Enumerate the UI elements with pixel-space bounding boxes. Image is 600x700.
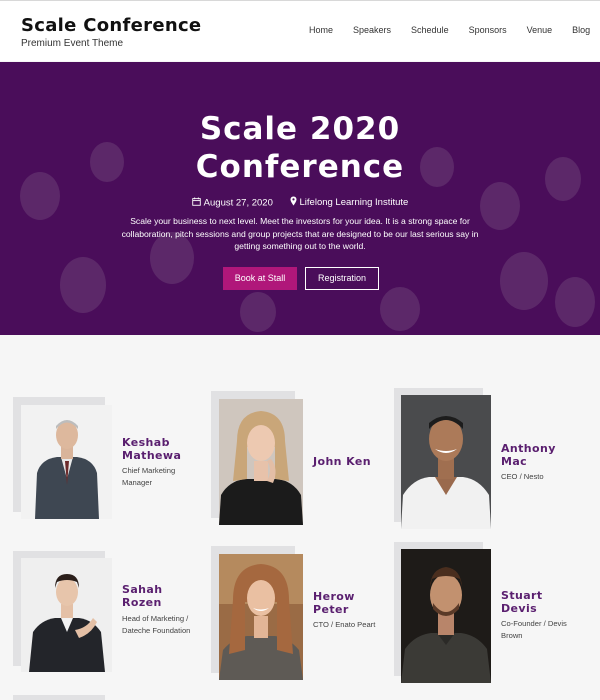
crowd-silhouette <box>60 257 106 313</box>
brand[interactable]: Scale Conference Premium Event Theme <box>21 15 201 49</box>
main-nav: Home Speakers Schedule Sponsors Venue Bl… <box>309 25 600 35</box>
event-date-text: August 27, 2020 <box>203 197 273 209</box>
speakers-section: Keshab Mathewa Chief Marketing Manager J… <box>0 335 600 700</box>
speaker-role: Head of Marketing / Dateche Foundation <box>122 614 191 635</box>
nav-sponsors[interactable]: Sponsors <box>469 25 507 35</box>
calendar-icon <box>191 196 201 209</box>
nav-venue[interactable]: Venue <box>527 25 553 35</box>
speaker-photo-anthony[interactable] <box>401 395 491 529</box>
speaker-photo-keshab[interactable] <box>21 405 112 519</box>
site-title[interactable]: Scale Conference <box>21 15 201 36</box>
book-stall-button[interactable]: Book at Stall <box>223 267 297 290</box>
crowd-silhouette <box>240 292 276 332</box>
hero-title: Scale 2020 Conference <box>0 110 600 186</box>
speaker-role: CEO / Nesto <box>501 472 544 481</box>
crowd-silhouette <box>555 277 595 327</box>
map-pin-icon <box>290 196 297 209</box>
nav-schedule[interactable]: Schedule <box>411 25 449 35</box>
speaker-photo-sahah[interactable] <box>21 558 112 672</box>
crowd-silhouette <box>380 287 420 331</box>
speaker-photo-stuart[interactable] <box>401 549 491 683</box>
nav-speakers[interactable]: Speakers <box>353 25 391 35</box>
event-date: August 27, 2020 <box>191 196 273 209</box>
crowd-silhouette <box>500 252 548 310</box>
hero-title-line-2: Conference <box>195 149 405 185</box>
site-tagline: Premium Event Theme <box>21 38 124 49</box>
speaker-role: Co-Founder / Devis Brown <box>501 619 567 640</box>
nav-home[interactable]: Home <box>309 25 333 35</box>
speaker-name[interactable]: Anthony Mac <box>501 442 571 468</box>
speaker-role: CTO / Enato Peart <box>313 620 376 629</box>
speaker-photo-herow[interactable] <box>219 554 303 680</box>
event-location: Lifelong Learning Institute <box>290 196 409 209</box>
photo-frame <box>13 695 105 700</box>
registration-button[interactable]: Registration <box>305 267 379 290</box>
speaker-role: Chief Marketing Manager <box>122 466 176 487</box>
event-meta: August 27, 2020 Lifelong Learning Instit… <box>0 196 600 209</box>
hero-description: Scale your business to next level. Meet … <box>121 216 479 251</box>
speaker-name[interactable]: Keshab Mathewa <box>122 436 192 462</box>
speaker-photo-john[interactable] <box>219 399 303 525</box>
site-header: Scale Conference Premium Event Theme Hom… <box>0 1 600 61</box>
nav-blog[interactable]: Blog <box>572 25 590 35</box>
hero-banner: Scale 2020 Conference August 27, 2020 Li… <box>0 62 600 335</box>
speaker-name[interactable]: Stuart Devis <box>501 589 571 615</box>
event-location-text: Lifelong Learning Institute <box>299 197 409 209</box>
speaker-name[interactable]: Herow Peter <box>313 590 383 616</box>
speaker-name[interactable]: John Ken <box>313 455 383 468</box>
speaker-name[interactable]: Sahah Rozen <box>122 583 192 609</box>
hero-title-line-1: Scale 2020 <box>199 111 401 147</box>
